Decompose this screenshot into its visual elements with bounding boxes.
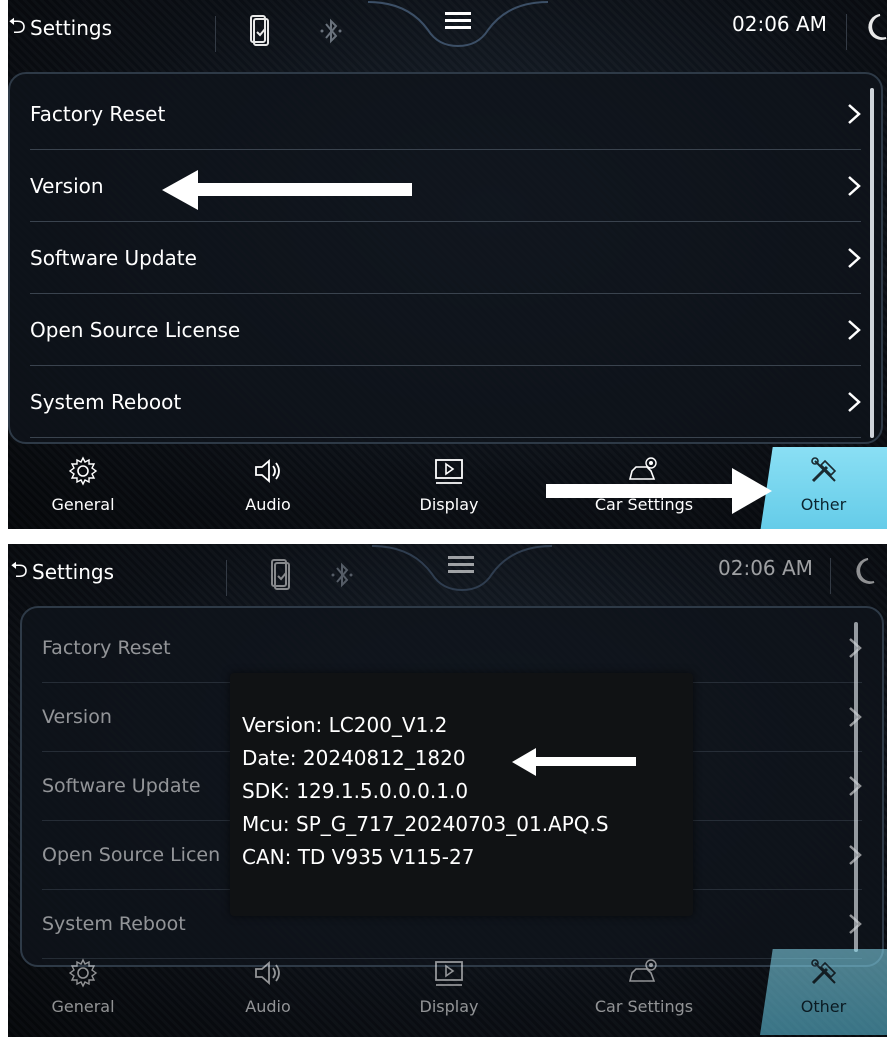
nav-audio[interactable]: Audio (193, 447, 343, 529)
chevron-right-icon (848, 319, 861, 340)
chevron-right-icon (848, 103, 861, 124)
back-arrow-icon: ⮌ (8, 14, 26, 39)
list-item-label: Factory Reset (30, 101, 166, 126)
list-item-open-source-license[interactable]: Open Source License (30, 294, 861, 366)
nav-label: General (51, 495, 115, 514)
nav-label: General (51, 997, 115, 1016)
back-button[interactable]: ⮌ Settings (8, 10, 112, 46)
list-item-label: Open Source License (30, 317, 241, 342)
tools-icon (810, 457, 836, 483)
list-item-label: Open Source Licen (42, 844, 221, 866)
list-item-system-reboot[interactable]: System Reboot (30, 366, 861, 438)
nav-label: Other (800, 997, 847, 1016)
car-gear-icon (628, 959, 657, 982)
phone-connect-icon[interactable] (247, 14, 271, 48)
speaker-icon (255, 961, 280, 985)
settings-screen-list: ⮌ Settings 02:06 AM Factory Reset Versio… (8, 0, 887, 529)
back-button[interactable]: ⮌ Settings (8, 554, 114, 590)
list-item-version[interactable]: Version (30, 150, 861, 222)
list-item-label: Version (30, 173, 104, 198)
gear-icon (68, 958, 98, 988)
nav-display[interactable]: Display (374, 447, 524, 529)
nav-other[interactable]: Other (760, 447, 887, 529)
annotation-arrow-left (162, 170, 412, 210)
display-icon (435, 961, 463, 986)
phone-connect-icon[interactable] (268, 558, 292, 592)
nav-car-settings[interactable]: Car Settings (564, 949, 724, 1035)
nav-label: Car Settings (594, 997, 694, 1016)
nav-label: Audio (245, 495, 291, 514)
list-item-label: Software Update (42, 775, 201, 797)
nav-general[interactable]: General (8, 949, 158, 1035)
settings-screen-version-popup: ⮌ Settings 02:06 AM Factory Reset Versio… (8, 544, 887, 1037)
scrollbar[interactable] (870, 88, 874, 438)
sdk-line: SDK: 129.1.5.0.0.0.1.0 (242, 779, 469, 803)
speaker-icon (255, 459, 280, 483)
top-bar: ⮌ Settings 02:06 AM (8, 0, 887, 72)
menu-icon[interactable] (448, 554, 474, 576)
bluetooth-icon[interactable] (318, 14, 344, 48)
annotation-arrow-right (546, 468, 772, 514)
back-label: Settings (32, 560, 115, 584)
nav-label: Display (419, 495, 479, 514)
divider (830, 558, 831, 594)
nav-other[interactable]: Other (760, 949, 887, 1035)
settings-list: Factory Reset Version Software Update Op… (8, 72, 883, 444)
divider (846, 14, 847, 50)
clock: 02:06 AM (718, 556, 813, 580)
tools-icon (810, 959, 836, 985)
moon-icon[interactable] (864, 12, 887, 42)
list-item-label: Software Update (30, 245, 197, 270)
list-item-label: System Reboot (42, 913, 186, 935)
nav-label: Other (800, 495, 847, 514)
list-item-software-update[interactable]: Software Update (30, 222, 861, 294)
chevron-right-icon (848, 391, 861, 412)
divider (226, 560, 227, 596)
list-item-factory-reset[interactable]: Factory Reset (30, 78, 861, 150)
chevron-right-icon (848, 247, 861, 268)
menu-icon[interactable] (445, 10, 471, 32)
list-item-label: Factory Reset (42, 637, 171, 659)
list-item-label: Version (42, 706, 112, 728)
version-info-popup: Version: LC200_V1.2 Date: 20240812_1820 … (230, 673, 693, 916)
back-arrow-icon: ⮌ (10, 558, 28, 583)
nav-display[interactable]: Display (374, 949, 524, 1035)
nav-label: Display (419, 997, 479, 1016)
bottom-nav: General Audio Display Car Settings Other (8, 949, 887, 1035)
date-line: Date: 20240812_1820 (242, 746, 466, 770)
version-line: Version: LC200_V1.2 (242, 713, 448, 737)
nav-general[interactable]: General (8, 447, 158, 529)
list-item-label: System Reboot (30, 389, 182, 414)
display-icon (435, 459, 463, 484)
chevron-right-icon (848, 175, 861, 196)
divider (215, 16, 216, 52)
moon-icon[interactable] (852, 556, 876, 586)
mcu-line: Mcu: SP_G_717_20240703_01.APQ.S (242, 812, 609, 836)
gear-icon (68, 456, 98, 486)
clock: 02:06 AM (732, 12, 827, 36)
can-line: CAN: TD V935 V115-27 (242, 845, 475, 869)
back-label: Settings (30, 16, 113, 40)
nav-audio[interactable]: Audio (193, 949, 343, 1035)
annotation-arrow-left (512, 748, 636, 776)
bluetooth-icon[interactable] (329, 558, 355, 592)
scrollbar[interactable] (854, 622, 858, 952)
nav-label: Audio (245, 997, 291, 1016)
